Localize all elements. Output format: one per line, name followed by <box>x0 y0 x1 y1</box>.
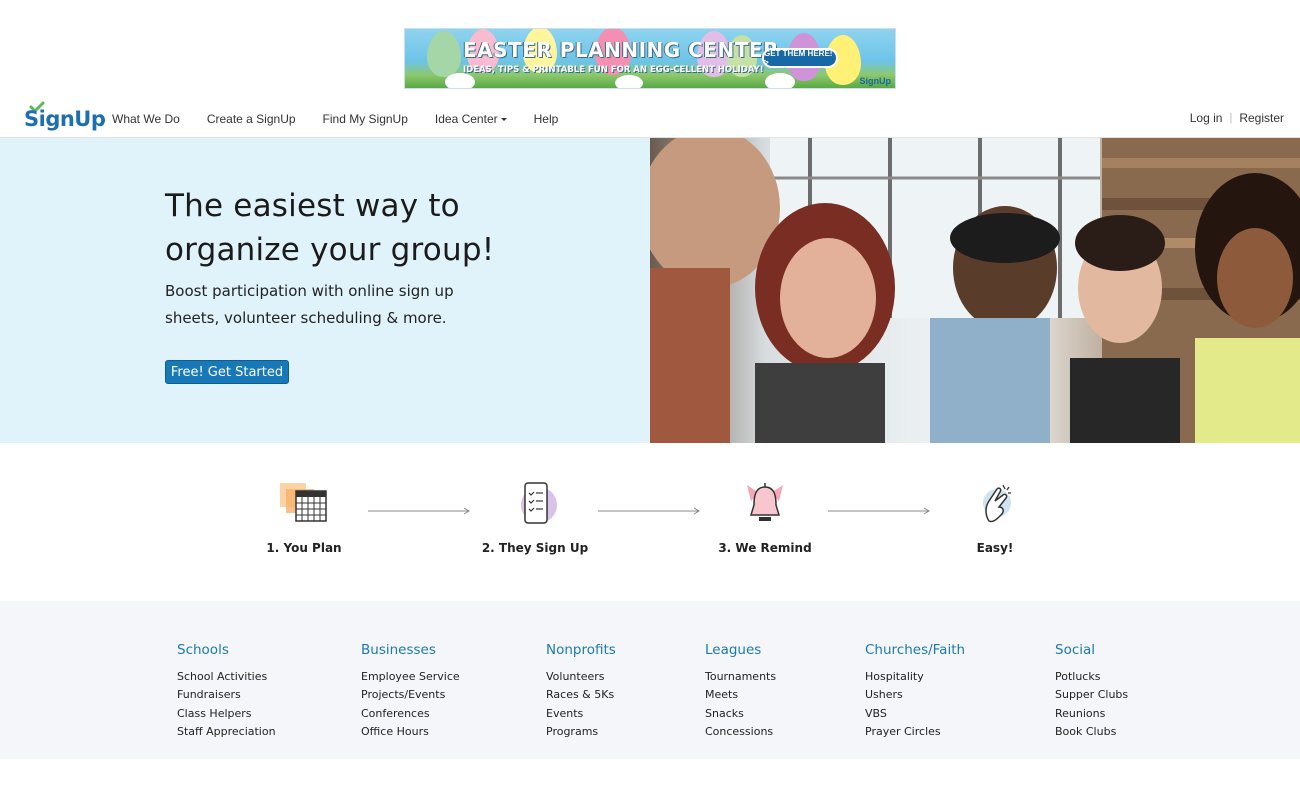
nav-idea-center-label: Idea Center <box>434 112 498 126</box>
category-businesses: Businesses Employee Service Projects/Eve… <box>361 642 460 741</box>
category-link[interactable]: Prayer Circles <box>865 723 965 741</box>
category-link[interactable]: Concessions <box>705 723 776 741</box>
step-label: 2. They Sign Up <box>481 541 589 555</box>
calendar-icon <box>280 483 327 522</box>
caret-down-icon <box>500 118 507 122</box>
ad-cta-button[interactable]: GET THEM HERE! > <box>762 48 838 68</box>
category-title[interactable]: Schools <box>177 642 276 658</box>
hero-subtitle: Boost participation with online sign up … <box>165 282 454 327</box>
step-label: Easy! <box>976 541 1014 555</box>
category-title[interactable]: Churches/Faith <box>865 642 965 658</box>
how-it-works: 1. You Plan 2. They Sign Up 3. We Remind… <box>0 443 1300 601</box>
top-navbar: SignUp What We Do Create a SignUp Find M… <box>0 100 1300 138</box>
hero-title: The easiest way to organize your group! <box>165 188 495 268</box>
hero-group-photo <box>650 138 1300 443</box>
category-title[interactable]: Social <box>1055 642 1128 658</box>
category-link[interactable]: Employee Service <box>361 668 460 686</box>
step-label: 1. You Plan <box>266 541 342 555</box>
nav-find-my-signup[interactable]: Find My SignUp <box>323 112 408 126</box>
category-link[interactable]: Book Clubs <box>1055 723 1128 741</box>
category-title[interactable]: Leagues <box>705 642 776 658</box>
category-link[interactable]: Snacks <box>705 705 776 723</box>
category-link[interactable]: Tournaments <box>705 668 776 686</box>
category-link[interactable]: Races & 5Ks <box>546 686 616 704</box>
category-link[interactable]: Hospitality <box>865 668 965 686</box>
category-nonprofits: Nonprofits Volunteers Races & 5Ks Events… <box>546 642 616 741</box>
auth-separator: | <box>1229 112 1233 124</box>
phone-checklist-icon <box>521 482 557 524</box>
category-link[interactable]: Programs <box>546 723 616 741</box>
ad-brand: SignUp <box>859 76 892 86</box>
category-link[interactable]: Potlucks <box>1055 668 1128 686</box>
ad-banner[interactable]: EASTER PLANNING CENTER IDEAS, TIPS & PRI… <box>404 28 896 89</box>
step-easy: Easy! <box>935 481 1055 555</box>
bell-icon <box>747 483 783 521</box>
category-link[interactable]: School Activities <box>177 668 276 686</box>
nav-what-we-do[interactable]: What We Do <box>112 112 180 126</box>
category-links: Schools School Activities Fundraisers Cl… <box>0 601 1300 759</box>
category-link[interactable]: Projects/Events <box>361 686 460 704</box>
group-photo-illustration <box>650 138 1300 443</box>
category-link[interactable]: Class Helpers <box>177 705 276 723</box>
main-nav: What We Do Create a SignUp Find My SignU… <box>112 112 585 126</box>
category-link[interactable]: Staff Appreciation <box>177 723 276 741</box>
category-link[interactable]: Meets <box>705 686 776 704</box>
category-link[interactable]: Conferences <box>361 705 460 723</box>
category-link[interactable]: Events <box>546 705 616 723</box>
nav-create-signup[interactable]: Create a SignUp <box>207 112 296 126</box>
category-title[interactable]: Nonprofits <box>546 642 616 658</box>
ad-title: EASTER PLANNING CENTER <box>463 38 779 62</box>
nav-help[interactable]: Help <box>534 112 559 126</box>
ad-subtitle: IDEAS, TIPS & PRINTABLE FUN FOR AN EGG-C… <box>463 65 764 75</box>
category-link[interactable]: Supper Clubs <box>1055 686 1128 704</box>
register-link[interactable]: Register <box>1239 111 1284 125</box>
category-link[interactable]: VBS <box>865 705 965 723</box>
snap-fingers-icon <box>983 484 1011 523</box>
category-schools: Schools School Activities Fundraisers Cl… <box>177 642 276 741</box>
easter-banner-image[interactable]: EASTER PLANNING CENTER IDEAS, TIPS & PRI… <box>404 28 896 89</box>
category-link[interactable]: Office Hours <box>361 723 460 741</box>
step-they-sign-up: 2. They Sign Up <box>475 481 595 555</box>
signup-logo[interactable]: SignUp <box>24 101 106 133</box>
arrow-right-icon <box>368 507 470 515</box>
arrow-right-icon <box>828 507 930 515</box>
category-social: Social Potlucks Supper Clubs Reunions Bo… <box>1055 642 1128 741</box>
auth-links: Log in | Register <box>1190 111 1284 125</box>
login-link[interactable]: Log in <box>1190 111 1223 125</box>
category-link[interactable]: Ushers <box>865 686 965 704</box>
hero-section: The easiest way to organize your group! … <box>0 138 650 443</box>
category-churches-faith: Churches/Faith Hospitality Ushers VBS Pr… <box>865 642 965 741</box>
get-started-button[interactable]: Free! Get Started <box>165 360 289 384</box>
category-leagues: Leagues Tournaments Meets Snacks Concess… <box>705 642 776 741</box>
category-link[interactable]: Volunteers <box>546 668 616 686</box>
step-we-remind: 3. We Remind <box>705 481 825 555</box>
category-link[interactable]: Reunions <box>1055 705 1128 723</box>
category-title[interactable]: Businesses <box>361 642 460 658</box>
nav-idea-center[interactable]: Idea Center <box>435 112 507 126</box>
arrow-right-icon <box>598 507 700 515</box>
step-label: 3. We Remind <box>718 541 812 555</box>
step-you-plan: 1. You Plan <box>244 481 364 555</box>
category-link[interactable]: Fundraisers <box>177 686 276 704</box>
logo-text: SignUp <box>24 107 106 131</box>
